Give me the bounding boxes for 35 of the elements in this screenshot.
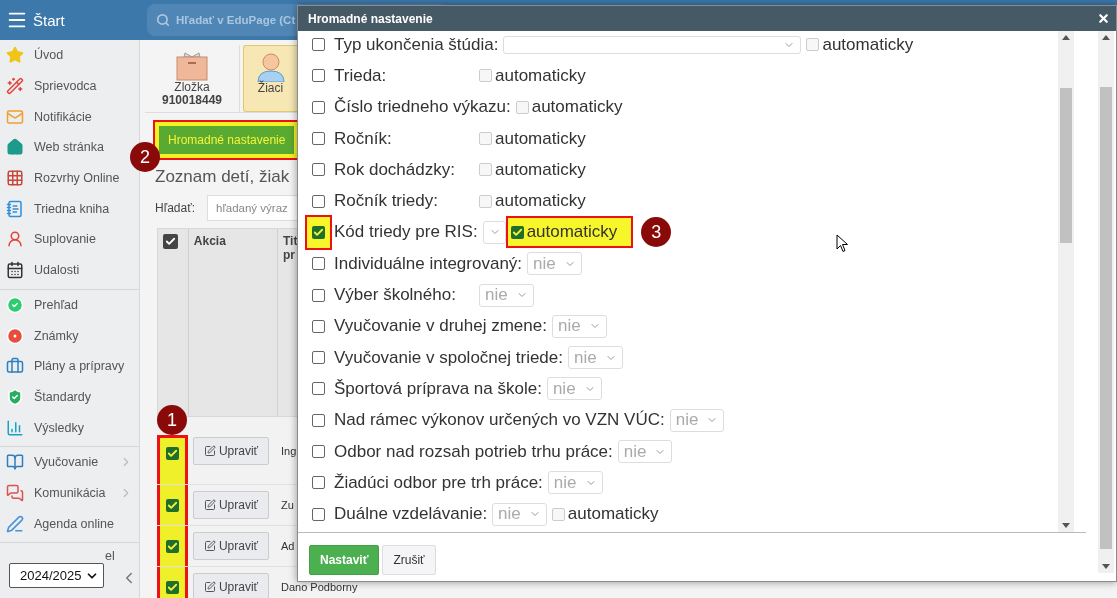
field-label: Nad rámec výkonov určených vo VZN VÚC: <box>334 410 665 431</box>
checkbox-label: automaticky <box>567 504 659 525</box>
sidebar-label: el <box>105 549 115 563</box>
field-label: Výber školného: <box>334 285 457 305</box>
field-label: Vyučovanie v druhej zmene: <box>334 316 547 337</box>
checkbox-label: automaticky <box>495 191 586 212</box>
field-label: Individuálne integrovaný: <box>334 253 523 274</box>
table-cell-text: Ad <box>280 540 295 552</box>
table-cell-text: Zu <box>280 499 294 511</box>
page-title: Štart <box>33 11 66 29</box>
checkbox-label: automaticky <box>531 97 623 118</box>
field-label: Žiadúci odbor pre trh práce: <box>334 472 543 493</box>
checkbox-label: automaticky <box>495 128 586 149</box>
checkbox-label: automaticky <box>822 34 914 55</box>
dialog-title-bar: Hromadné nastavenie <box>298 6 1116 31</box>
field-label: Rok dochádzky: <box>334 159 456 180</box>
checkbox-label: automaticky <box>495 159 586 180</box>
field-label: Duálne vzdelávanie: <box>334 504 488 525</box>
checkbox-label: automaticky <box>526 222 618 243</box>
field-label: Vyučovanie v spoločnej triede: <box>334 347 563 368</box>
checkbox-label: automaticky <box>495 65 586 86</box>
field-label: Kód triedy pre RIS: <box>334 222 478 243</box>
column-header: Tit pr <box>283 234 299 262</box>
table-cell-text: Dano Podborny <box>280 580 358 593</box>
step-badge: 3 <box>641 217 672 248</box>
field-label: Trieda: <box>334 65 388 86</box>
table-cell-text: Ing <box>280 444 297 457</box>
search-label: Hľadať: <box>155 201 196 215</box>
field-label: Typ ukončenia štúdia: <box>334 34 499 55</box>
field-label: Ročník triedy: <box>334 191 439 212</box>
field-label: Ročník: <box>334 128 393 149</box>
field-label: Športová príprava na škole: <box>334 378 542 399</box>
field-label: Číslo triedneho výkazu: <box>334 97 511 118</box>
column-header: Akcia <box>193 234 226 248</box>
field-label: Odbor nad rozsah potrieb trhu práce: <box>334 441 613 462</box>
